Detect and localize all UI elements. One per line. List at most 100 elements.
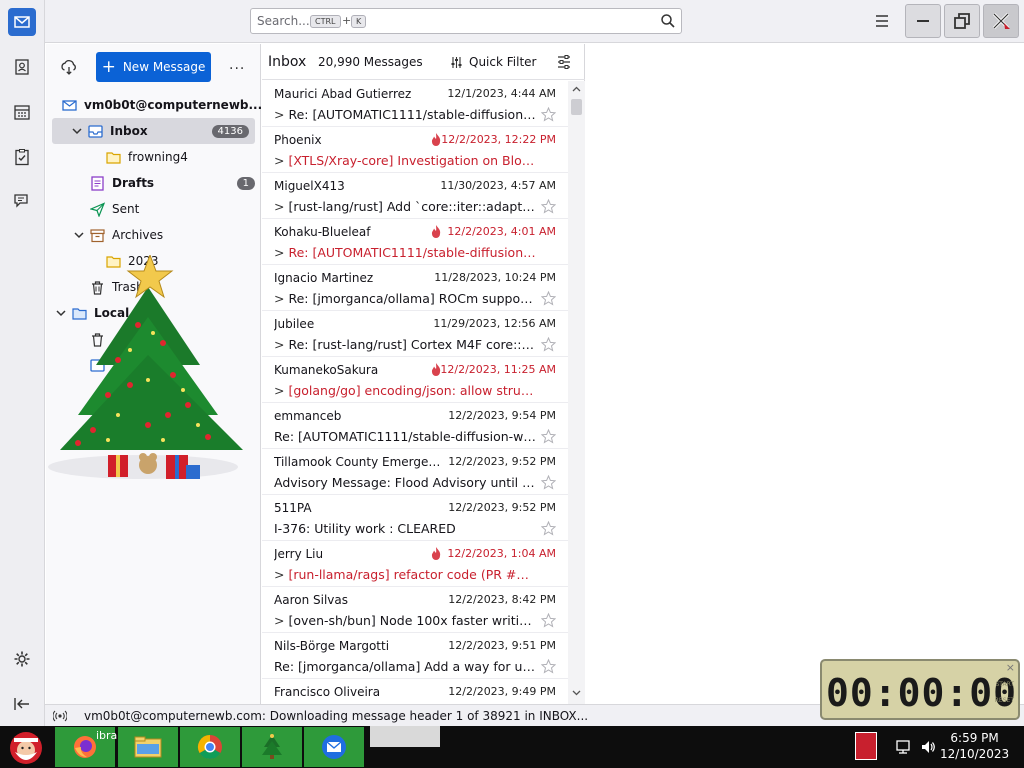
stopwatch-digits: 00:00:00: [826, 671, 1018, 715]
message-list-scrollbar[interactable]: [568, 81, 585, 704]
plus-icon: +: [101, 56, 116, 77]
message-subject: > Re: [AUTOMATIC1111/stable-diffusion-w.…: [274, 107, 536, 122]
message-row[interactable]: KumanekoSakura 12/2/2023, 11:25 AM > [gola…: [262, 357, 568, 403]
taskbar-file-explorer[interactable]: [118, 727, 178, 767]
thread-expand-chevron-icon[interactable]: >: [274, 107, 288, 122]
star-icon[interactable]: [541, 337, 556, 352]
stopwatch-close-button[interactable]: ×: [1006, 661, 1015, 674]
star-icon[interactable]: [541, 475, 556, 490]
get-messages-icon[interactable]: [60, 58, 78, 76]
new-message-button[interactable]: + New Message: [96, 52, 211, 82]
chat-button[interactable]: [8, 187, 36, 215]
message-row[interactable]: emmanceb 12/2/2023, 9:54 PM Re: [AUTOMATIC…: [262, 403, 568, 449]
online-status-icon[interactable]: [53, 709, 67, 723]
volume-icon[interactable]: [920, 739, 936, 755]
message-date: 12/2/2023, 12:22 PM: [441, 133, 556, 146]
search-placeholder: Search...: [257, 14, 310, 28]
chat-icon: [14, 194, 28, 208]
quick-filter-label: Quick Filter: [469, 55, 537, 69]
thread-expand-chevron-icon[interactable]: >: [274, 613, 288, 628]
start-button-santa-icon[interactable]: [6, 728, 46, 766]
list-display-options-icon[interactable]: [556, 54, 572, 70]
account-name: vm0b0t@computernewb...: [84, 98, 263, 112]
thread-expand-chevron-icon[interactable]: >: [274, 383, 288, 398]
star-icon[interactable]: [541, 521, 556, 536]
scroll-down-icon[interactable]: [572, 688, 581, 697]
scroll-up-icon[interactable]: [572, 85, 581, 94]
message-row[interactable]: 511PA 12/2/2023, 9:52 PM I-376: Utility wo…: [262, 495, 568, 541]
message-subject-text: Re: [AUTOMATIC1111/stable-diffusion-w...: [288, 107, 536, 122]
message-subject: Re: [jmorganca/ollama] Add a way for use…: [274, 659, 536, 674]
message-row[interactable]: Nils-Börge Margotti 12/2/2023, 9:51 PM Re:…: [262, 633, 568, 679]
message-row[interactable]: Jubilee 11/29/2023, 12:56 AM > Re: [rust-l…: [262, 311, 568, 357]
minimize-button[interactable]: [905, 4, 941, 38]
app-menu-icon[interactable]: [873, 12, 891, 30]
message-subject-text: [run-llama/rags] refactor code (PR #46): [288, 567, 536, 582]
thunderbird-icon: [322, 735, 346, 759]
settings-gear-icon[interactable]: [13, 650, 31, 668]
thread-expand-chevron-icon[interactable]: >: [274, 245, 288, 260]
new-message-label: New Message: [122, 60, 206, 74]
folder-frowning4[interactable]: frowning4: [46, 144, 261, 170]
message-row[interactable]: Ignacio Martinez 11/28/2023, 10:24 PM > Re…: [262, 265, 568, 311]
clock-date: 12/10/2023: [940, 747, 1010, 761]
shortcut-plus: +: [342, 14, 352, 27]
folder-pane-header: + New Message ...: [46, 44, 260, 92]
message-date: 12/2/2023, 9:52 PM: [448, 455, 556, 468]
message-row[interactable]: Jerry Liu 12/2/2023, 1:04 AM > [run-llama/…: [262, 541, 568, 587]
message-row[interactable]: Tillamook County Emergency ... 12/2/2023,…: [262, 449, 568, 495]
search-input[interactable]: Search... CTRL + K: [250, 8, 682, 34]
message-row[interactable]: Aaron Silvas 12/2/2023, 8:42 PM > [oven-sh…: [262, 587, 568, 633]
folder-archives[interactable]: Archives: [46, 222, 261, 248]
more-options-button[interactable]: ...: [229, 57, 245, 73]
message-date: 12/2/2023, 8:42 PM: [448, 593, 556, 606]
show-desktop-button[interactable]: [855, 732, 877, 760]
taskbar-christmas-tree[interactable]: [242, 727, 302, 767]
quick-filter-button[interactable]: Quick Filter: [450, 55, 536, 69]
restore-button[interactable]: [944, 4, 980, 38]
firefox-icon: [74, 736, 96, 758]
message-sender: Francisco Oliveira: [274, 685, 381, 699]
folder-inbox[interactable]: Inbox 4136: [52, 118, 255, 144]
folder-sent[interactable]: Sent: [46, 196, 261, 222]
network-icon[interactable]: [895, 739, 913, 755]
chevron-down-icon[interactable]: [74, 230, 84, 240]
star-icon[interactable]: [541, 199, 556, 214]
stopwatch-reset-button[interactable]: RESET: [995, 697, 1014, 704]
message-row[interactable]: Maurici Abad Gutierrez 12/1/2023, 4:44 AM…: [262, 81, 568, 127]
calendar-icon: [14, 105, 30, 120]
calendar-button[interactable]: [8, 98, 36, 126]
message-row[interactable]: Phoenix 12/2/2023, 12:22 PM > [XTLS/Xray-c…: [262, 127, 568, 173]
collapse-sidebar-icon[interactable]: [13, 695, 31, 713]
taskbar-blank-button[interactable]: [370, 726, 440, 747]
thread-expand-chevron-icon[interactable]: >: [274, 337, 288, 352]
taskbar-clock[interactable]: 6:59 PM 12/10/2023: [940, 730, 1009, 762]
thread-expand-chevron-icon[interactable]: >: [274, 291, 288, 306]
thread-expand-chevron-icon[interactable]: >: [274, 567, 288, 582]
mail-space-button[interactable]: [8, 8, 36, 36]
star-icon[interactable]: [541, 291, 556, 306]
scrollbar-thumb[interactable]: [571, 99, 582, 115]
chevron-down-icon[interactable]: [72, 126, 82, 136]
star-icon[interactable]: [541, 613, 556, 628]
taskbar-chrome[interactable]: [180, 727, 240, 767]
message-row[interactable]: Francisco Oliveira 12/2/2023, 9:49 PM: [262, 679, 568, 704]
star-icon[interactable]: [541, 659, 556, 674]
star-icon[interactable]: [541, 107, 556, 122]
stopwatch-start-button[interactable]: START: [995, 681, 1014, 688]
message-row[interactable]: Kohaku-Blueleaf 12/2/2023, 4:01 AM > Re: […: [262, 219, 568, 265]
address-book-button[interactable]: [8, 53, 36, 81]
folder-drafts[interactable]: Drafts 1: [46, 170, 261, 196]
message-subject-text: [XTLS/Xray-core] Investigation on Blocki…: [288, 153, 536, 168]
message-row[interactable]: MiguelX413 11/30/2023, 4:57 AM > [rust-lan…: [262, 173, 568, 219]
tasks-button[interactable]: [8, 143, 36, 171]
star-icon[interactable]: [541, 429, 556, 444]
account-row[interactable]: vm0b0t@computernewb...: [46, 92, 263, 118]
close-button[interactable]: [983, 4, 1019, 38]
search-icon[interactable]: [660, 13, 676, 29]
message-subject-text: [rust-lang/rust] Add `core::iter::adapte…: [288, 199, 536, 214]
taskbar-thunderbird[interactable]: [304, 727, 364, 767]
taskbar-partial-label: ibra: [96, 729, 118, 742]
thread-expand-chevron-icon[interactable]: >: [274, 199, 288, 214]
thread-expand-chevron-icon[interactable]: >: [274, 153, 288, 168]
